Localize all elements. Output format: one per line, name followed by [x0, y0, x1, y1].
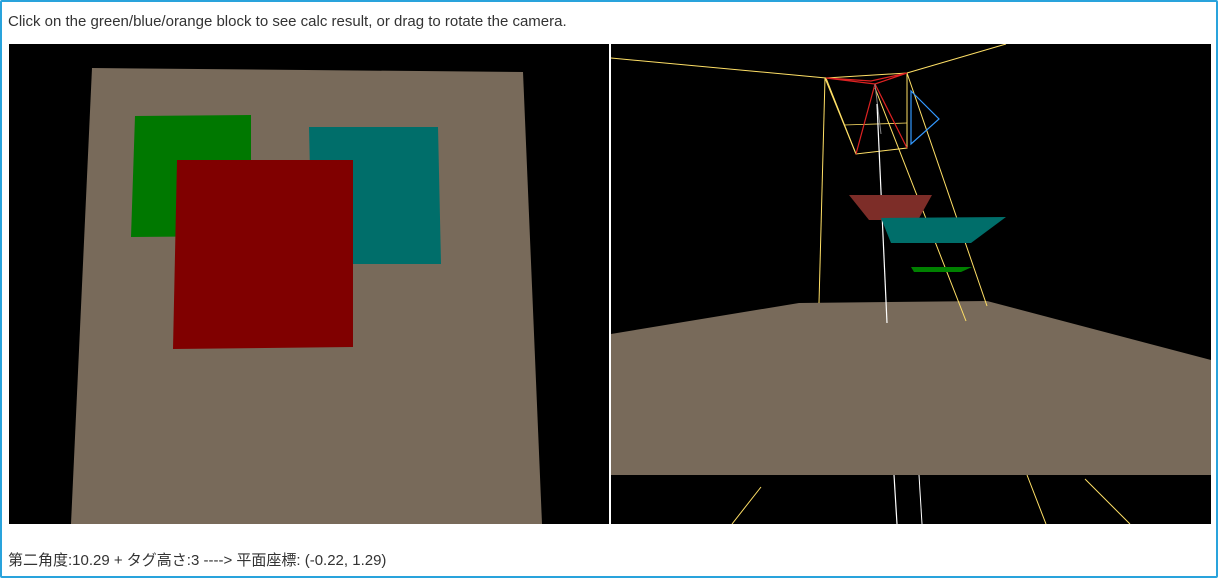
camera-view-svg[interactable]: [9, 44, 609, 524]
scene-overview-canvas[interactable]: [611, 44, 1211, 524]
instructions-text: Click on the green/blue/orange block to …: [8, 13, 567, 30]
camera-view-canvas[interactable]: [9, 44, 609, 524]
red-block[interactable]: [173, 160, 353, 349]
calc-result-text: 第二角度:10.29 + タグ高さ:3 ----> 平面座標: (-0.22, …: [8, 552, 387, 569]
app-frame: Click on the green/blue/orange block to …: [0, 0, 1218, 578]
scene-overview-svg[interactable]: [611, 44, 1211, 524]
